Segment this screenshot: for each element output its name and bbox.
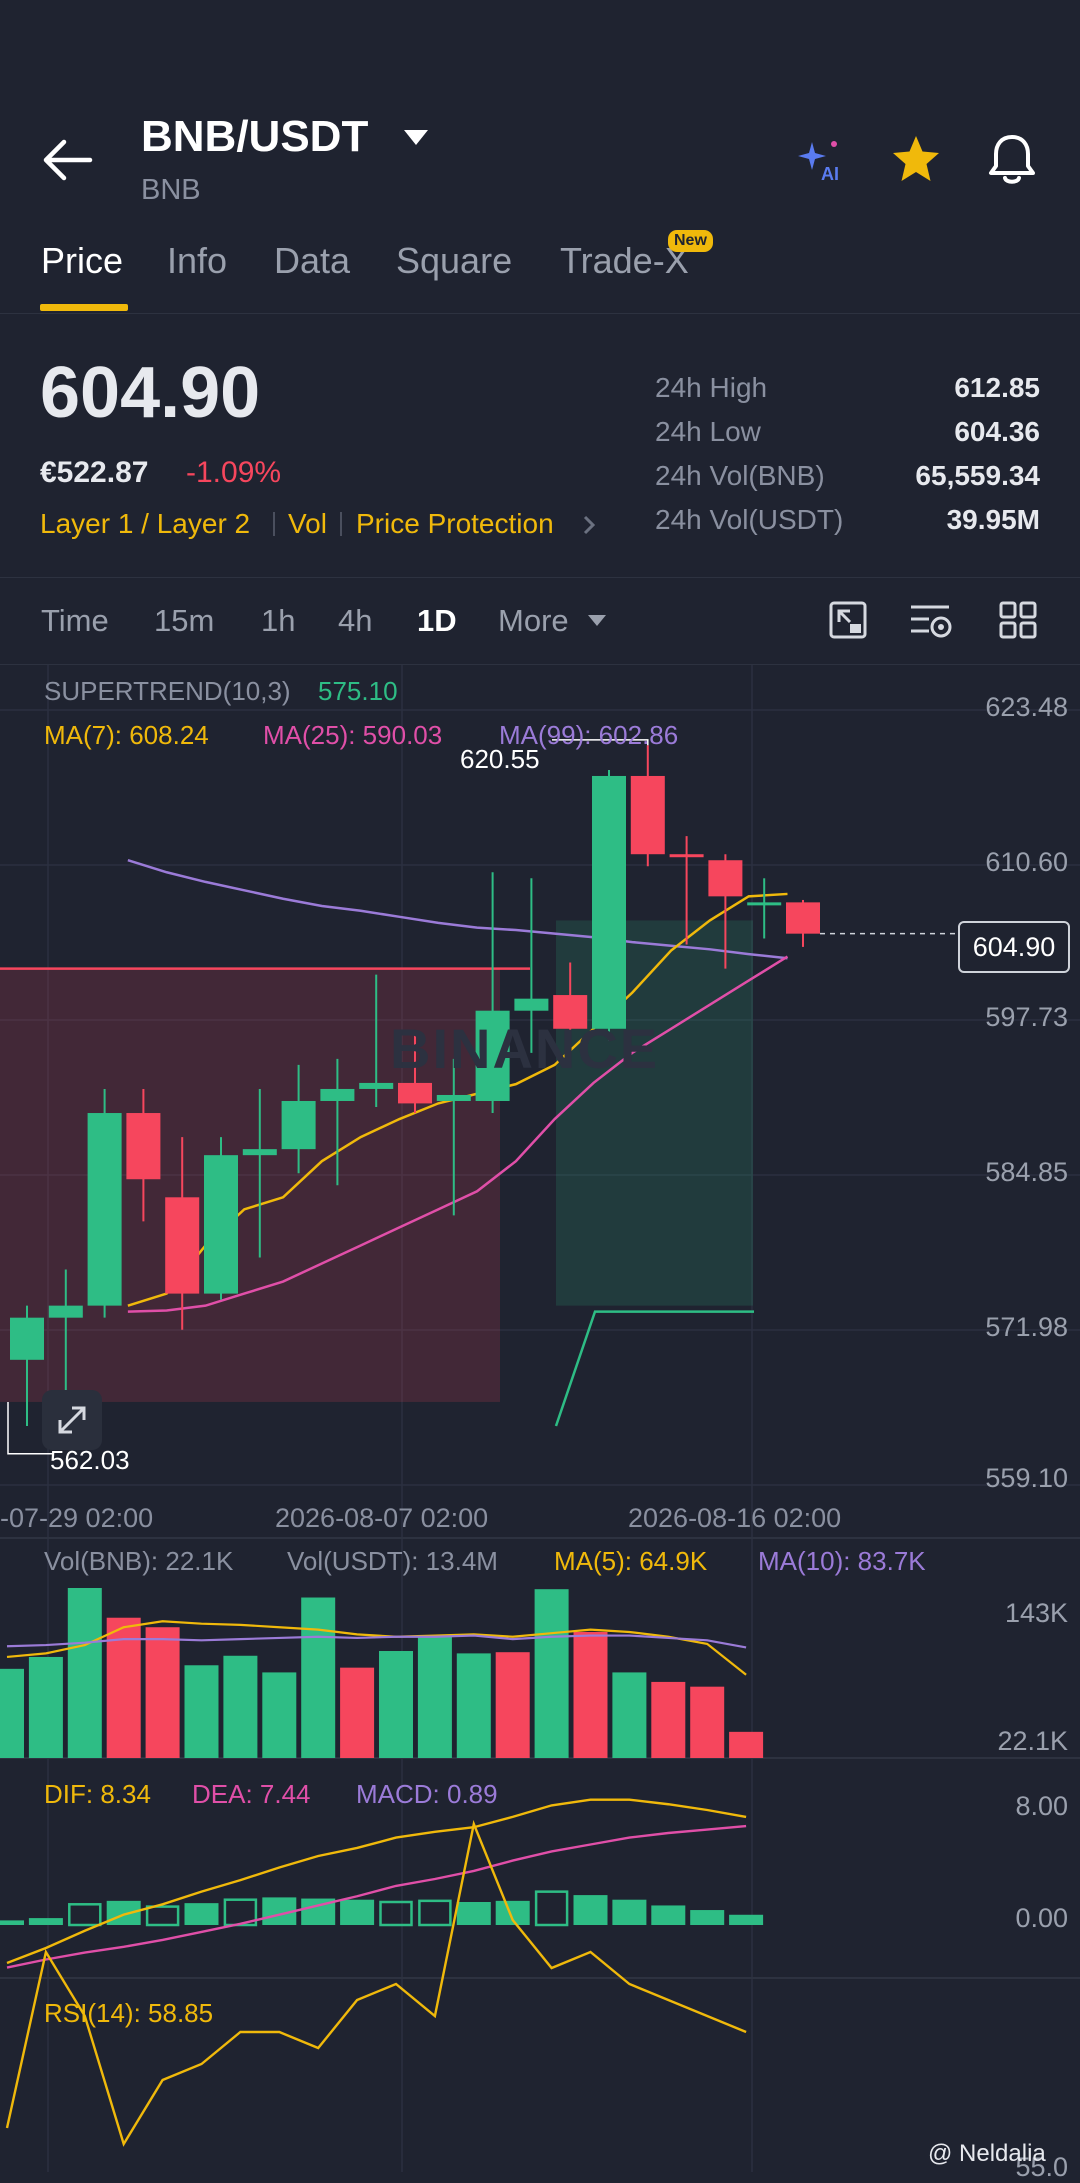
price-axis-tick: 571.98 bbox=[985, 1312, 1068, 1342]
macd-hist-bar bbox=[729, 1914, 764, 1925]
candle-up bbox=[359, 1082, 394, 1089]
macd-hist-bar bbox=[28, 1918, 63, 1925]
vol-axis-tick: 22.1K bbox=[997, 1726, 1068, 1756]
macd-hist-bar bbox=[0, 1920, 24, 1925]
candle-up bbox=[747, 902, 782, 906]
time-axis-tick: 2026-08-16 02:00 bbox=[628, 1503, 842, 1533]
price-axis-tick: 559.10 bbox=[985, 1463, 1068, 1493]
last-price-tag: 604.90 bbox=[958, 921, 1070, 973]
volume-bar bbox=[379, 1651, 413, 1758]
vol-ma10-legend: MA(10): 83.7K bbox=[758, 1546, 926, 1576]
macd-axis-tick: 8.00 bbox=[1015, 1791, 1068, 1821]
volume-bar bbox=[690, 1686, 725, 1758]
supertrend-line bbox=[554, 1310, 754, 1427]
macd-hist-bar bbox=[68, 1903, 102, 1927]
binance-logo-icon bbox=[922, 2142, 924, 2144]
candle-down bbox=[126, 1113, 161, 1180]
candle-down bbox=[669, 854, 704, 858]
macd-hist-bar bbox=[418, 1899, 452, 1927]
time-axis-tick: 2026-08-07 02:00 bbox=[275, 1503, 489, 1533]
macd-hist-bar bbox=[690, 1910, 725, 1925]
macd-hist-bar bbox=[184, 1903, 219, 1925]
vol-usdt-legend: Vol(USDT): 13.4M bbox=[287, 1546, 498, 1576]
volume-bar bbox=[651, 1681, 686, 1758]
ma25-legend: MA(25): 590.03 bbox=[263, 720, 443, 750]
candle-up bbox=[48, 1305, 83, 1318]
candle-up bbox=[436, 1094, 471, 1101]
macd-hist-bar bbox=[612, 1899, 647, 1925]
supertrend-value: 575.10 bbox=[318, 676, 398, 706]
supertrend-label: SUPERTREND(10,3) bbox=[44, 676, 291, 706]
volume-bar bbox=[495, 1652, 530, 1758]
volume-bar bbox=[340, 1667, 375, 1758]
candle-up bbox=[320, 1088, 355, 1101]
high-marker-label: 620.55 bbox=[460, 744, 540, 774]
macd-legend: MACD: 0.89 bbox=[356, 1779, 498, 1809]
expand-chart-icon[interactable] bbox=[42, 1390, 102, 1450]
vol-bnb-legend: Vol(BNB): 22.1K bbox=[44, 1546, 234, 1576]
candle-up bbox=[242, 1149, 277, 1156]
volume-bar bbox=[223, 1655, 258, 1758]
volume-bar bbox=[67, 1588, 102, 1758]
macd-hist-bar bbox=[573, 1895, 608, 1925]
volume-bar bbox=[534, 1589, 569, 1758]
price-axis-tick: 610.60 bbox=[985, 847, 1068, 877]
candle-down bbox=[786, 902, 820, 934]
macd-hist-bar bbox=[456, 1902, 491, 1925]
volume-bar bbox=[0, 1668, 24, 1758]
rsi-line bbox=[5, 1819, 747, 2147]
candle-up bbox=[87, 1113, 122, 1306]
volume-bar bbox=[456, 1653, 491, 1758]
macd-axis-tick: 0.00 bbox=[1015, 1903, 1068, 1933]
time-axis-tick: -07-29 02:00 bbox=[0, 1503, 154, 1533]
candle-up bbox=[514, 998, 549, 1011]
volume-bar bbox=[262, 1672, 297, 1758]
volume-bar bbox=[729, 1731, 764, 1758]
candle-down bbox=[165, 1197, 200, 1294]
vol-axis-tick: 143K bbox=[1004, 1598, 1068, 1628]
volume-bar bbox=[184, 1665, 219, 1758]
dea-line bbox=[6, 1824, 747, 1969]
candle-up bbox=[281, 1100, 316, 1150]
ma7-legend: MA(7): 608.24 bbox=[44, 720, 209, 750]
volume-bar bbox=[145, 1627, 180, 1758]
price-axis-tick: 584.85 bbox=[985, 1157, 1068, 1187]
dif-legend: DIF: 8.34 bbox=[44, 1779, 151, 1809]
volume-bar bbox=[612, 1672, 647, 1758]
dif-line bbox=[6, 1798, 747, 1965]
supertrend-bull-zone bbox=[556, 920, 753, 1306]
candle-down bbox=[398, 1082, 432, 1104]
candle-up bbox=[204, 1155, 238, 1294]
volume-bar bbox=[573, 1631, 608, 1758]
macd-hist-bar bbox=[106, 1900, 141, 1925]
candle-down bbox=[630, 775, 665, 855]
candle-down bbox=[708, 860, 743, 897]
macd-hist-bar bbox=[534, 1890, 569, 1927]
candle-up bbox=[592, 775, 626, 1029]
dea-legend: DEA: 7.44 bbox=[192, 1779, 311, 1809]
price-axis-tick: 597.73 bbox=[985, 1002, 1068, 1032]
macd-hist-bar bbox=[340, 1899, 375, 1925]
macd-hist-bar bbox=[651, 1905, 686, 1925]
candlestick-chart[interactable] bbox=[0, 0, 1080, 2172]
vol-ma5-legend: MA(5): 64.9K bbox=[554, 1546, 708, 1576]
credit: @ Neldalia bbox=[928, 2140, 1046, 2167]
macd-hist-bar bbox=[379, 1900, 413, 1927]
volume-bar bbox=[417, 1636, 452, 1758]
macd-hist-bar bbox=[145, 1905, 180, 1927]
volume-bar bbox=[301, 1597, 336, 1758]
price-axis-tick: 623.48 bbox=[985, 692, 1068, 722]
candle-up bbox=[10, 1317, 44, 1360]
volume-bar bbox=[28, 1656, 63, 1758]
watermark: BINANCE bbox=[390, 1017, 660, 1080]
rsi-legend: RSI(14): 58.85 bbox=[44, 1998, 214, 2028]
